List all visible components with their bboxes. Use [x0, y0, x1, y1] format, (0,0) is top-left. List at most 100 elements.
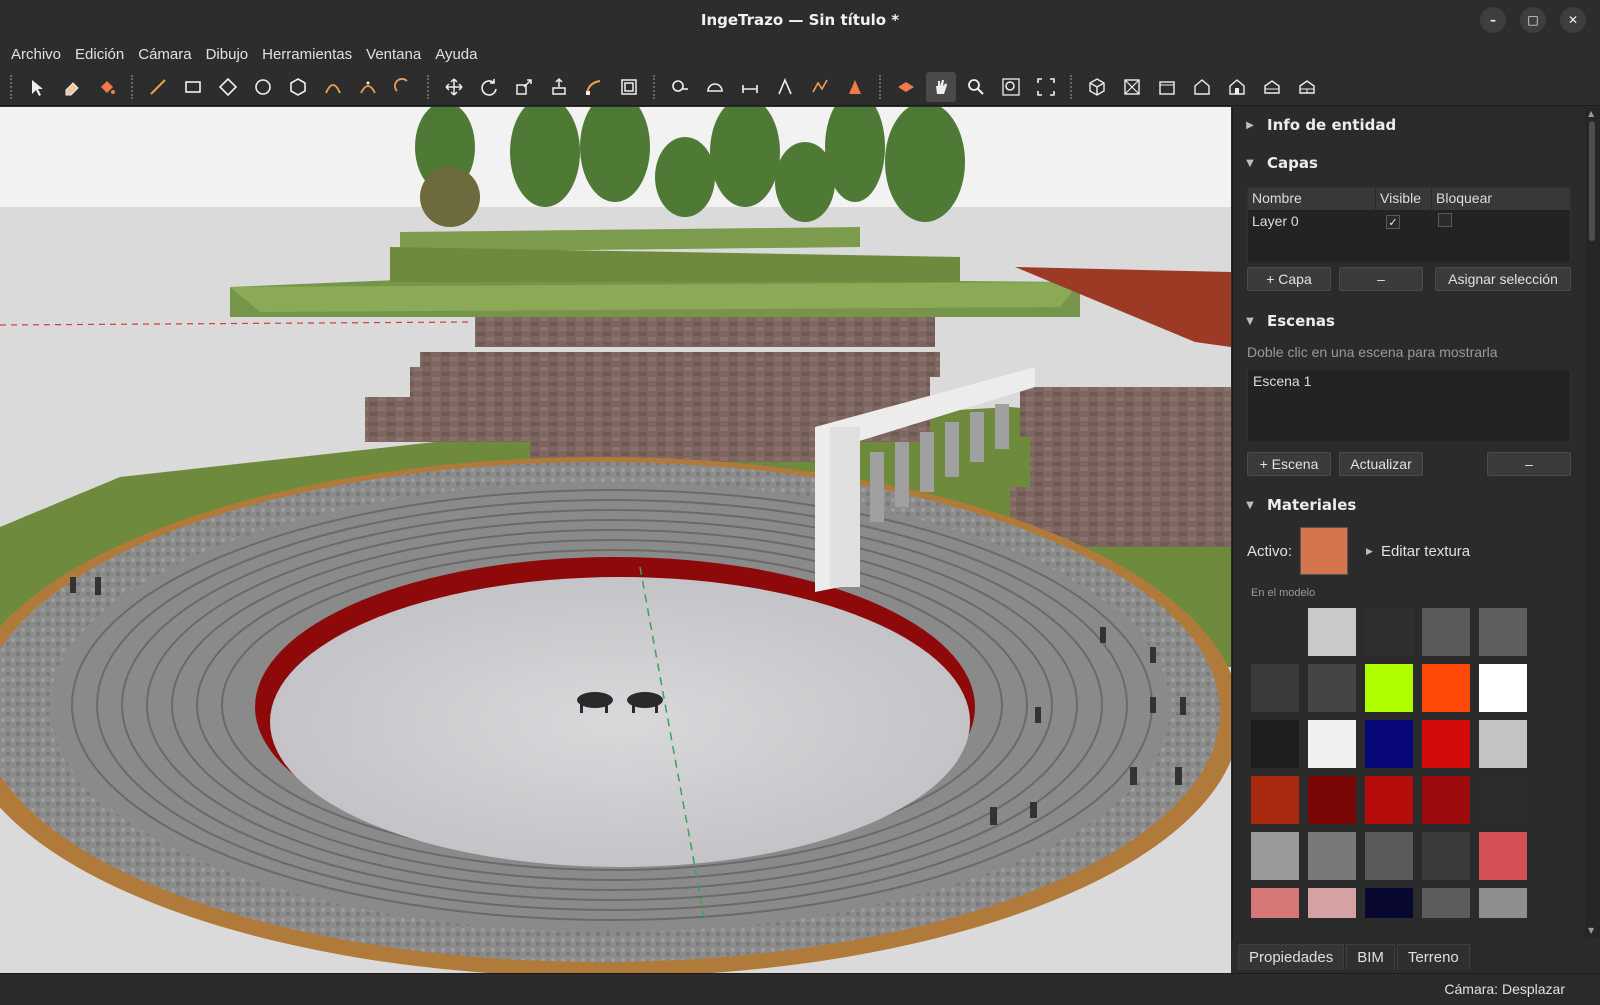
material-swatch[interactable]: [1365, 888, 1413, 918]
panel-scrollbar[interactable]: ▲ ▼: [1585, 107, 1600, 937]
right-view-tool-button[interactable]: [1187, 72, 1217, 102]
bottom-view-tool-button[interactable]: [1292, 72, 1322, 102]
3d-text-tool-button[interactable]: [840, 72, 870, 102]
zoom-tool-button[interactable]: [961, 72, 991, 102]
front-view-tool-button[interactable]: [1152, 72, 1182, 102]
rotated-rectangle-tool-button[interactable]: [213, 72, 243, 102]
column-header-lock[interactable]: Bloquear: [1432, 188, 1570, 210]
material-swatch[interactable]: [1308, 776, 1356, 824]
menu-dibujo[interactable]: Dibujo: [199, 46, 256, 63]
tab-propiedades[interactable]: Propiedades: [1238, 943, 1345, 970]
material-swatch[interactable]: [1251, 776, 1299, 824]
menu-herramientas[interactable]: Herramientas: [255, 46, 359, 63]
zoom-window-tool-button[interactable]: [996, 72, 1026, 102]
pan-hand-tool-button[interactable]: [926, 71, 956, 102]
material-swatch[interactable]: [1365, 832, 1413, 880]
maximize-button[interactable]: □: [1520, 7, 1546, 33]
3d-viewport[interactable]: [0, 107, 1231, 973]
material-swatch[interactable]: [1308, 664, 1356, 712]
material-swatch[interactable]: [1479, 720, 1527, 768]
circle-tool-button[interactable]: [248, 72, 278, 102]
scroll-up-icon[interactable]: ▲: [1588, 109, 1594, 118]
material-swatch[interactable]: [1365, 664, 1413, 712]
material-swatch[interactable]: [1479, 608, 1527, 656]
material-swatch[interactable]: [1479, 776, 1527, 824]
top-view-tool-button[interactable]: [1117, 72, 1147, 102]
material-swatch[interactable]: [1479, 888, 1527, 918]
pie-tool-button[interactable]: [388, 72, 418, 102]
material-swatch[interactable]: [1422, 832, 1470, 880]
menu-archivo[interactable]: Archivo: [4, 46, 68, 63]
line-tool-button[interactable]: [143, 72, 173, 102]
column-header-visible[interactable]: Visible: [1376, 188, 1432, 210]
layer-lock-checkbox[interactable]: [1438, 212, 1452, 227]
material-swatch[interactable]: [1365, 608, 1413, 656]
material-swatch[interactable]: [1422, 776, 1470, 824]
minimize-button[interactable]: –: [1480, 7, 1506, 33]
material-swatch[interactable]: [1308, 608, 1356, 656]
menu-ventana[interactable]: Ventana: [359, 46, 428, 63]
close-button[interactable]: ✕: [1560, 7, 1586, 33]
remove-layer-button[interactable]: –: [1339, 267, 1423, 291]
update-scene-button[interactable]: Actualizar: [1339, 452, 1423, 476]
material-swatch[interactable]: [1422, 888, 1470, 918]
section-scenes-header[interactable]: ▼ Escenas: [1233, 309, 1585, 333]
paint-bucket-tool-button[interactable]: [92, 72, 122, 102]
follow-me-tool-button[interactable]: [579, 72, 609, 102]
material-swatch[interactable]: [1365, 720, 1413, 768]
tab-bim[interactable]: BIM: [1346, 943, 1395, 970]
section-plane-tool-button[interactable]: [891, 72, 921, 102]
rectangle-tool-button[interactable]: [178, 72, 208, 102]
material-swatch[interactable]: [1422, 664, 1470, 712]
eraser-tool-button[interactable]: [57, 72, 87, 102]
material-swatch[interactable]: [1479, 664, 1527, 712]
material-swatch[interactable]: [1251, 832, 1299, 880]
menu-ayuda[interactable]: Ayuda: [428, 46, 484, 63]
material-swatch[interactable]: [1308, 888, 1356, 918]
offset-tool-button[interactable]: [614, 72, 644, 102]
scale-tool-button[interactable]: [509, 72, 539, 102]
menu-camara[interactable]: Cámara: [131, 46, 198, 63]
back-view-tool-button[interactable]: [1222, 72, 1252, 102]
scroll-down-icon[interactable]: ▼: [1588, 926, 1594, 935]
material-swatch[interactable]: [1365, 776, 1413, 824]
add-layer-button[interactable]: + Capa: [1247, 267, 1331, 291]
protractor-tool-button[interactable]: [700, 72, 730, 102]
scene-item[interactable]: Escena 1: [1248, 370, 1570, 392]
polygon-tool-button[interactable]: [283, 72, 313, 102]
dimension-tool-button[interactable]: [735, 72, 765, 102]
iso-view-tool-button[interactable]: [1082, 72, 1112, 102]
material-swatch[interactable]: [1422, 720, 1470, 768]
column-header-name[interactable]: Nombre: [1248, 188, 1376, 210]
two-point-arc-tool-button[interactable]: [353, 72, 383, 102]
edit-texture-toggle[interactable]: ▶ Editar textura: [1366, 543, 1470, 560]
push-pull-tool-button[interactable]: [544, 72, 574, 102]
tab-terreno[interactable]: Terreno: [1396, 943, 1470, 970]
remove-scene-button[interactable]: –: [1487, 452, 1571, 476]
section-entity-info-header[interactable]: ▶ Info de entidad: [1233, 113, 1585, 137]
rotate-tool-button[interactable]: [474, 72, 504, 102]
layer-visible-checkbox[interactable]: ✓: [1386, 215, 1400, 230]
zoom-extents-tool-button[interactable]: [1031, 72, 1061, 102]
move-tool-button[interactable]: [439, 72, 469, 102]
tape-measure-tool-button[interactable]: [665, 72, 695, 102]
layer-row[interactable]: Layer 0 ✓: [1248, 210, 1570, 232]
material-swatch[interactable]: [1308, 720, 1356, 768]
material-swatch[interactable]: [1251, 664, 1299, 712]
text-tool-button[interactable]: [770, 72, 800, 102]
menu-edicion[interactable]: Edición: [68, 46, 131, 63]
active-material-swatch[interactable]: [1300, 527, 1349, 575]
scrollbar-thumb[interactable]: [1589, 121, 1595, 241]
material-swatch[interactable]: [1251, 720, 1299, 768]
material-swatch[interactable]: [1308, 832, 1356, 880]
assign-selection-button[interactable]: Asignar selección: [1435, 267, 1571, 291]
material-swatch[interactable]: [1479, 832, 1527, 880]
section-layers-header[interactable]: ▼ Capas: [1233, 151, 1585, 175]
material-swatch[interactable]: [1422, 608, 1470, 656]
add-scene-button[interactable]: + Escena: [1247, 452, 1331, 476]
material-swatch[interactable]: [1251, 888, 1299, 918]
left-view-tool-button[interactable]: [1257, 72, 1287, 102]
select-tool-button[interactable]: [22, 72, 52, 102]
arc-tool-button[interactable]: [318, 72, 348, 102]
axes-tool-button[interactable]: [805, 72, 835, 102]
